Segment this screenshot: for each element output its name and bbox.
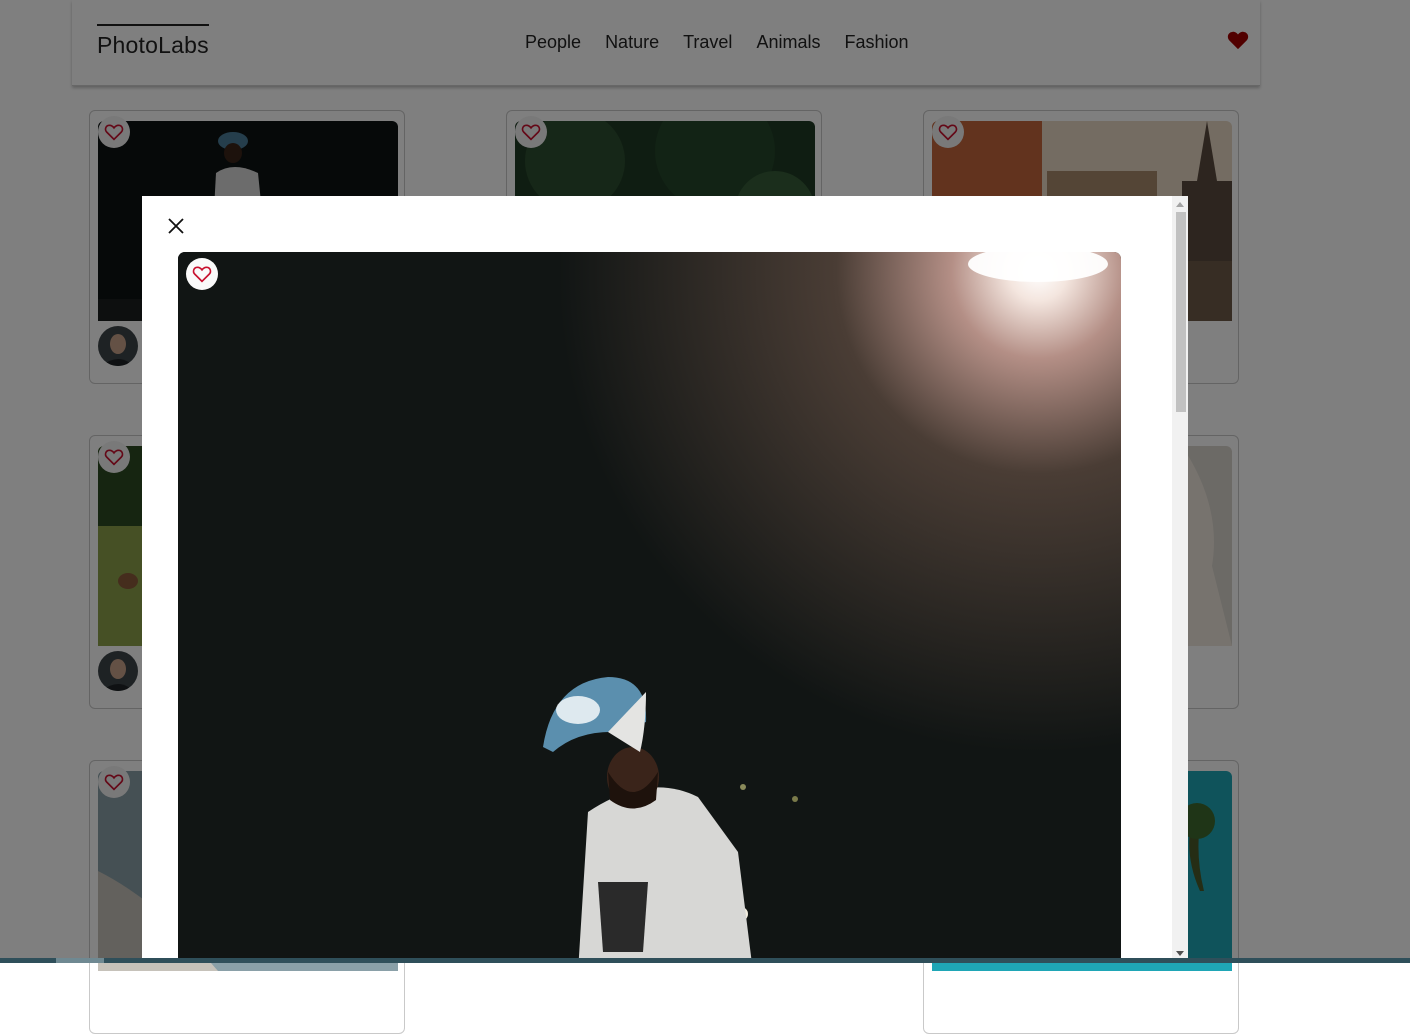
horizontal-scrollbar-thumb[interactable] — [56, 958, 104, 963]
photo-details-modal — [142, 196, 1188, 958]
selected-photo — [178, 252, 1121, 958]
modal-scrollbar[interactable] — [1172, 196, 1188, 958]
horizontal-scrollbar[interactable] — [0, 958, 1410, 963]
scrollbar-thumb[interactable] — [1176, 212, 1186, 412]
scroll-down-arrow-icon[interactable] — [1176, 951, 1184, 956]
scroll-up-arrow-icon[interactable] — [1176, 202, 1184, 207]
like-button[interactable] — [186, 258, 218, 290]
close-icon[interactable] — [162, 212, 190, 240]
